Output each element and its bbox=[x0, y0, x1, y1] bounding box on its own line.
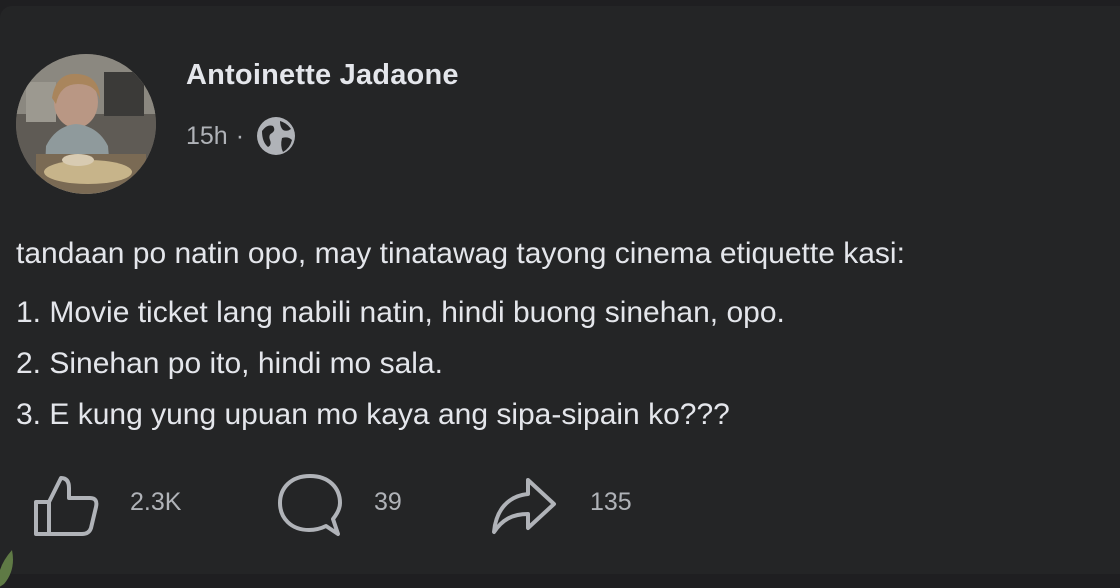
comment-bubble-icon[interactable] bbox=[274, 470, 346, 540]
list-item: 3. E kung yung upuan mo kaya ang sipa-si… bbox=[16, 398, 730, 431]
avatar-photo bbox=[16, 54, 156, 194]
share-arrow-icon[interactable] bbox=[488, 470, 560, 540]
avatar[interactable] bbox=[16, 54, 156, 194]
like-count[interactable]: 2.3K bbox=[130, 488, 181, 517]
thumbs-up-icon[interactable] bbox=[30, 470, 102, 540]
post-actions: 2.3K 39 135 bbox=[0, 470, 1120, 540]
post-body: tandaan po natin opo, may tinatawag tayo… bbox=[16, 228, 1116, 440]
share-count[interactable]: 135 bbox=[590, 488, 632, 517]
screenshot-frame: Antoinette Jadaone 15h · tandaan po nati… bbox=[0, 0, 1120, 588]
post-intro: tandaan po natin opo, may tinatawag tayo… bbox=[16, 237, 905, 270]
list-item: 1. Movie ticket lang nabili natin, hindi… bbox=[16, 296, 785, 329]
meta-separator: · bbox=[235, 121, 245, 150]
post-timestamp[interactable]: 15h bbox=[186, 122, 228, 151]
author-name[interactable]: Antoinette Jadaone bbox=[186, 59, 459, 92]
post-card: Antoinette Jadaone 15h · tandaan po nati… bbox=[0, 6, 1120, 574]
post-meta: 15h · bbox=[186, 114, 298, 158]
comment-count[interactable]: 39 bbox=[374, 488, 402, 517]
leaf-decoration bbox=[0, 550, 13, 587]
globe-icon[interactable] bbox=[254, 114, 298, 158]
list-item: 2. Sinehan po ito, hindi mo sala. bbox=[16, 347, 443, 380]
